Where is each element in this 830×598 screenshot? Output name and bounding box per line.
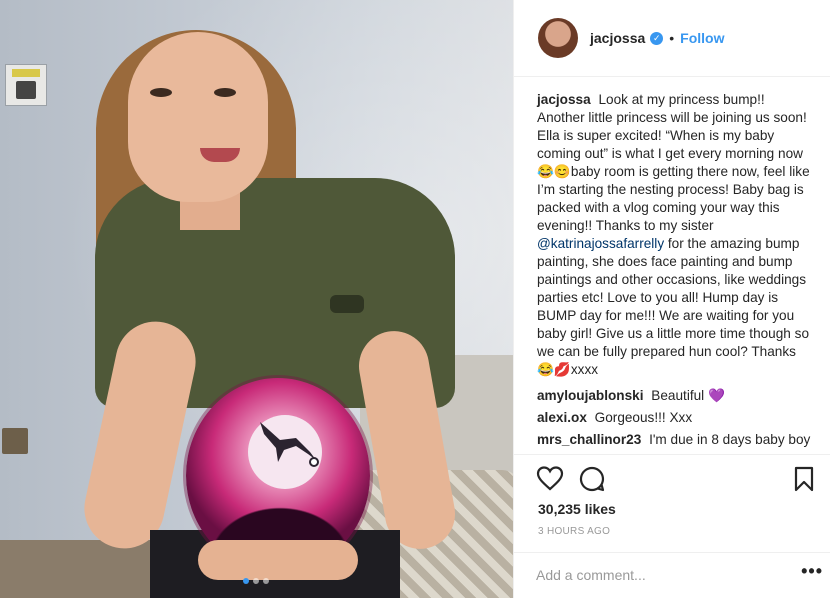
add-comment-bar: ••• (514, 552, 830, 597)
comments-list[interactable]: jacjossa Look at my princess bump!! Anot… (514, 77, 830, 454)
post-photo[interactable] (0, 0, 513, 598)
heart-icon[interactable] (536, 465, 564, 493)
right-eye (214, 88, 236, 97)
post-timestamp[interactable]: 3 HOURS AGO (538, 526, 610, 537)
post-actions: 30,235 likes 3 HOURS AGO ••• (514, 454, 830, 598)
comment-user[interactable]: amyloujablonski (537, 388, 644, 403)
comment-user[interactable]: mrs_challinor23 (537, 432, 641, 447)
verified-badge-icon: ✓ (650, 31, 664, 45)
comment-text: I'm due in 8 days baby boy (649, 432, 811, 447)
post-sidebar: jacjossa ✓ • Follow jacjossa Look at my … (513, 0, 830, 598)
comment-input[interactable] (536, 563, 776, 587)
comment-text: Gorgeous!!! Xxx (594, 410, 693, 425)
carousel-dot[interactable] (253, 578, 259, 584)
carousel-dot[interactable] (243, 578, 249, 584)
wall-socket (2, 428, 28, 454)
header-separator: • (669, 30, 675, 46)
left-eye (150, 88, 172, 97)
comment-user[interactable]: alexi.ox (537, 410, 587, 425)
caption-mention-link[interactable]: @katrinajossafarrelly (537, 236, 664, 251)
caption-text: for the amazing bump painting, she does … (537, 236, 810, 377)
stork-icon (260, 422, 319, 467)
comment-icon[interactable] (578, 465, 606, 493)
comment-item: amyloujablonski Beautiful 💜 (537, 387, 811, 405)
like-count[interactable]: 30,235 likes (538, 501, 616, 517)
caption-user[interactable]: jacjossa (537, 92, 591, 107)
more-options-icon[interactable]: ••• (801, 561, 823, 582)
post-header: jacjossa ✓ • Follow (514, 0, 830, 77)
wall-plug (5, 64, 47, 106)
comment-item: alexi.ox Gorgeous!!! Xxx (537, 409, 811, 427)
caption-text: Look at my princess bump!! Another littl… (537, 92, 810, 233)
action-icons (536, 465, 818, 493)
carousel-dot[interactable] (263, 578, 269, 584)
follow-button[interactable]: Follow (680, 30, 724, 46)
caption: jacjossa Look at my princess bump!! Anot… (537, 91, 811, 379)
comment-item: mrs_challinor23 I'm due in 8 days baby b… (537, 431, 811, 449)
carousel-indicator (243, 578, 269, 584)
avatar[interactable] (538, 18, 578, 58)
hands (198, 540, 358, 580)
comment-text: Beautiful 💜 (651, 388, 725, 403)
face (128, 32, 268, 202)
tshirt-print (330, 295, 364, 313)
bookmark-icon[interactable] (790, 465, 818, 493)
author-handle[interactable]: jacjossa (590, 30, 645, 46)
